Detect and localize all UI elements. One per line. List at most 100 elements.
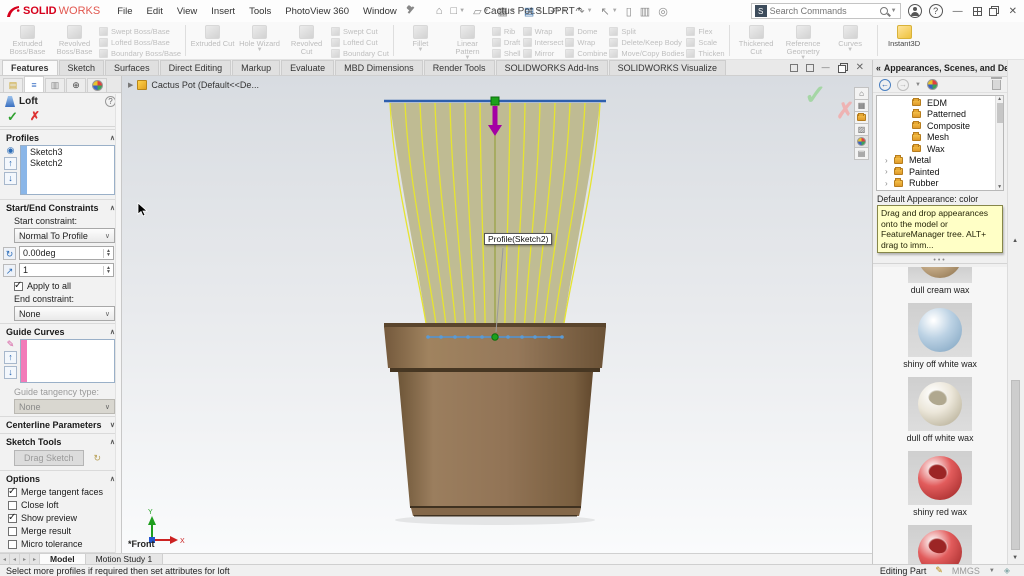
tree-item[interactable]: › Metal [877,155,995,167]
option-checkbox[interactable] [8,488,17,497]
menu-edit[interactable]: Edit [140,4,170,19]
profile-list-item[interactable]: Sketch2 [30,158,111,169]
confirmation-cancel-icon[interactable]: ✗ [836,98,854,124]
tab-feature-manager[interactable]: ▤ [3,78,23,92]
ribbon-button-hole-wizard[interactable]: Hole Wizard▼ [237,23,282,58]
qat-new-document[interactable]: □ ▼ [446,4,469,18]
pin-menu-icon[interactable] [406,6,416,16]
expander-icon[interactable]: › [885,167,891,176]
tab-markup[interactable]: Markup [232,60,280,75]
appearance-preview[interactable] [908,377,972,431]
confirmation-ok-icon[interactable]: ✓ [804,80,827,111]
ribbon-button-split[interactable]: Split [609,26,684,36]
tab-solidworks-visualize[interactable]: SOLIDWORKS Visualize [609,60,726,75]
option-row[interactable]: Close loft [0,498,121,511]
doc-minimize-button[interactable]: — [822,63,830,72]
tab-display-manager[interactable] [87,78,107,92]
tab-last-icon[interactable]: ▸ [30,554,40,564]
option-row[interactable]: Merge tangent faces [0,485,121,498]
tree-item[interactable]: › Patterned [877,109,995,121]
minimize-button[interactable]: — [950,6,966,17]
scroll-up-icon[interactable]: ▲ [997,96,1002,102]
appearance-preview[interactable] [908,525,972,564]
tree-item[interactable]: › Mesh [877,132,995,144]
appearances-home-icon[interactable] [927,79,938,90]
option-checkbox[interactable] [8,540,17,549]
tab-next-icon[interactable]: ▸ [20,554,30,564]
tab-property-manager[interactable]: ≡ [24,76,44,92]
units-label[interactable]: MMGS [952,566,980,576]
bottom-center-vertex[interactable] [492,334,498,340]
thin-feature-section-header[interactable]: Thin Feature ∨ [0,552,121,553]
interface-grid-button[interactable] [973,7,982,16]
tab-mbd-dimensions[interactable]: MBD Dimensions [335,60,423,75]
apply-to-all-checkbox[interactable] [14,282,23,291]
ribbon-button-reference-geometry[interactable]: Reference Geometry▼ [781,23,826,58]
search-commands-box[interactable]: S ▼ [751,3,901,19]
ribbon-button-scale[interactable]: Scale [686,37,724,47]
appearance-thumbnail[interactable] [908,525,972,564]
guide-curves-selection-box[interactable] [20,339,115,383]
units-caret-icon[interactable]: ▼ [989,568,995,574]
ribbon-button-revolved-boss-base[interactable]: Revolved Boss/Base [52,23,97,58]
ribbon-button-delete-keep-body[interactable]: Delete/Keep Body [609,37,684,47]
scroll-down-icon[interactable]: ▼ [1012,555,1018,561]
tree-item[interactable]: › Painted [877,166,995,178]
search-caret-icon[interactable]: ▼ [891,8,897,14]
move-up-button[interactable]: ↑ [4,157,17,170]
panel-splitter[interactable]: ••• [873,257,1007,264]
ribbon-button-boundary-boss-base[interactable]: Boundary Boss/Base [99,48,181,58]
user-account-icon[interactable] [908,4,922,18]
ribbon-button-rib[interactable]: Rib [492,26,521,36]
tab-first-icon[interactable]: ◂ [0,554,10,564]
tree-item[interactable]: › Wax [877,143,995,155]
expander-icon[interactable]: › [885,179,891,188]
close-button[interactable]: ✕ [1006,6,1020,17]
ribbon-button-move-copy-bodies[interactable]: Move/Copy Bodies [609,48,684,58]
ribbon-button-combine[interactable]: Combine [565,48,607,58]
tab-prev-icon[interactable]: ◂ [10,554,20,564]
ribbon-button-boundary-cut[interactable]: Boundary Cut [331,48,389,58]
tree-item[interactable]: › Rubber [877,178,995,190]
appearance-thumbnail[interactable]: shiny red wax [908,451,972,517]
qat-home[interactable]: ⌂ ▼ [432,4,447,18]
motion-study-tab[interactable]: Motion Study 1 [86,554,164,564]
guide-curves-section-header[interactable]: Guide Curves∧ [0,323,121,338]
ribbon-button-mirror[interactable]: Mirror [523,48,564,58]
doc-close-button[interactable]: ✕ [856,62,864,73]
breadcrumb[interactable]: ▶ Cactus Pot (Default<<De... [128,80,259,90]
constraints-section-header[interactable]: Start/End Constraints∧ [0,199,121,214]
draft-angle-input[interactable]: 0.00deg ▲▼ [19,246,114,260]
tree-item[interactable]: › EDM [877,97,995,109]
top-center-vertex[interactable] [491,97,499,105]
ribbon-button-fillet[interactable]: Fillet▼ [398,23,443,58]
model-tab[interactable]: Model [40,554,86,564]
ribbon-button-revolved-cut[interactable]: Revolved Cut [284,23,329,58]
viewport-3d[interactable]: Y X ▶ Cactus Pot (Default<<De... Profile… [122,76,872,553]
search-input[interactable] [770,6,877,16]
option-row[interactable]: Show preview [0,511,121,524]
expander-icon[interactable]: › [885,156,891,165]
appearance-preview[interactable] [908,267,972,283]
qat-select[interactable]: ↖ ▼ [597,4,622,19]
profile-list-item[interactable]: Sketch3 [30,147,111,158]
menu-photoview-360[interactable]: PhotoView 360 [278,4,356,19]
tag-icon[interactable]: ◈ [1004,566,1010,575]
ribbon-button-wrap[interactable]: Wrap [565,37,607,47]
end-constraint-dropdown[interactable]: None∨ [14,306,115,321]
options-section-header[interactable]: Options∧ [0,470,121,485]
menu-insert[interactable]: Insert [204,4,242,19]
appearance-preview[interactable] [908,451,972,505]
menu-file[interactable]: File [110,4,139,19]
spinner-arrows[interactable]: ▲▼ [103,249,113,258]
ribbon-button-extruded-boss-base[interactable]: Extruded Boss/Base [5,23,50,58]
task-pane-scrollbar[interactable]: ▲ ▼ [1008,60,1024,564]
pm-scrollbar[interactable] [115,94,121,553]
back-button[interactable]: ← [879,79,891,91]
ribbon-button-thicken[interactable]: Thicken [686,48,724,58]
ribbon-button-wrap[interactable]: Wrap [523,26,564,36]
scroll-down-icon[interactable]: ▼ [997,184,1002,190]
tab-dimxpert-manager[interactable]: ⊕ [66,78,86,92]
option-row[interactable]: Merge result [0,524,121,537]
custom-properties-tab[interactable]: ▤ [854,147,869,160]
